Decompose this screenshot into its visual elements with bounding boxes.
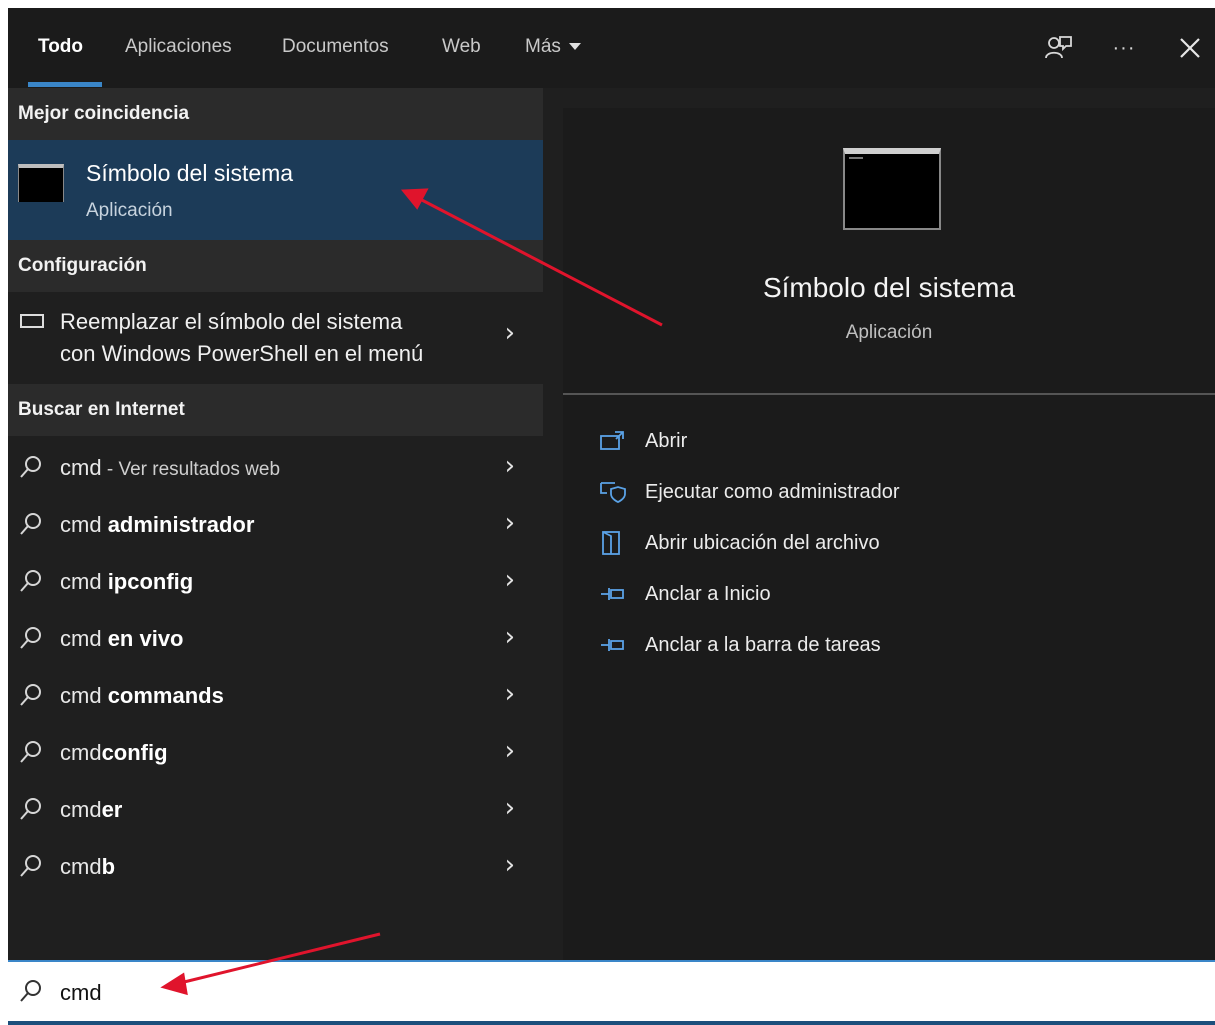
- web-search-header-label: Buscar en Internet: [18, 399, 185, 420]
- config-header-label: Configuración: [18, 255, 147, 276]
- web-result-text: cmd ipconfig: [60, 569, 194, 594]
- command-prompt-large-icon: [843, 148, 941, 230]
- feedback-icon[interactable]: [1040, 30, 1076, 66]
- chevron-right-icon: ›: [504, 850, 515, 880]
- tab-bar: Todo Aplicaciones Documentos Web Más ···: [8, 8, 1215, 88]
- tab-aplicaciones[interactable]: Aplicaciones: [125, 8, 232, 88]
- web-result-text: cmd en vivo: [60, 626, 184, 651]
- command-prompt-icon: [18, 164, 64, 202]
- run-as-admin-icon: [600, 482, 626, 503]
- search-window: Todo Aplicaciones Documentos Web Más ···…: [8, 8, 1215, 1025]
- action-open-label: Abrir: [645, 430, 688, 452]
- web-result-item[interactable]: cmd - Ver resultados web ›: [8, 440, 543, 497]
- tab-mas[interactable]: Más: [525, 8, 581, 88]
- chevron-right-icon: ›: [504, 679, 515, 709]
- file-location-icon: [602, 531, 620, 555]
- chevron-right-icon: ›: [504, 318, 515, 348]
- action-pin-taskbar-label: Anclar a la barra de tareas: [645, 634, 881, 656]
- web-result-item[interactable]: cmdconfig ›: [8, 725, 543, 782]
- web-result-text: cmd - Ver resultados web: [60, 455, 281, 480]
- more-options-icon[interactable]: ···: [1106, 30, 1142, 66]
- caret-down-icon: [568, 43, 581, 51]
- web-result-item[interactable]: cmdb ›: [8, 839, 543, 896]
- config-item-powershell[interactable]: Reemplazar el símbolo del sistema con Wi…: [8, 292, 543, 382]
- config-header: Configuración: [8, 240, 543, 292]
- web-result-text: cmd administrador: [60, 512, 255, 537]
- best-match-header-label: Mejor coincidencia: [18, 103, 190, 124]
- tab-documentos[interactable]: Documentos: [282, 8, 389, 88]
- search-icon: [20, 855, 41, 877]
- chevron-right-icon: ›: [504, 736, 515, 766]
- web-result-item[interactable]: cmd commands ›: [8, 668, 543, 725]
- search-input[interactable]: [60, 974, 960, 1012]
- search-icon: [20, 798, 41, 820]
- web-result-text: cmdconfig: [60, 740, 168, 765]
- open-icon: [600, 431, 624, 450]
- search-box-bottom-border: [8, 1021, 1215, 1025]
- search-icon: [20, 570, 41, 592]
- preview-divider: [563, 393, 1215, 395]
- search-icon: [20, 627, 41, 649]
- pin-icon: [601, 588, 624, 600]
- best-match-item[interactable]: Símbolo del sistema Aplicación: [8, 140, 543, 240]
- web-result-item[interactable]: cmd ipconfig ›: [8, 554, 543, 611]
- action-pin-start-label: Anclar a Inicio: [645, 583, 771, 605]
- search-box: [8, 960, 1215, 1023]
- pin-icon: [601, 639, 624, 651]
- action-open-file-location-label: Abrir ubicación del archivo: [645, 532, 880, 554]
- search-icon: [20, 741, 41, 763]
- tab-web[interactable]: Web: [442, 8, 481, 88]
- best-match-title: Símbolo del sistema: [86, 160, 294, 186]
- chevron-right-icon: ›: [504, 622, 515, 652]
- search-icon: [20, 513, 41, 535]
- close-icon[interactable]: [1172, 30, 1208, 66]
- settings-monitor-icon: [20, 314, 44, 328]
- best-match-header: Mejor coincidencia: [8, 88, 543, 140]
- tab-todo[interactable]: Todo: [38, 8, 83, 88]
- search-icon: [20, 456, 41, 478]
- web-result-text: cmdb: [60, 854, 116, 879]
- best-match-subtitle: Aplicación: [86, 200, 173, 221]
- results-list: Mejor coincidencia Símbolo del sistema A…: [8, 88, 543, 960]
- search-icon: [20, 980, 41, 1002]
- active-tab-indicator: [28, 82, 102, 87]
- config-item-line1: Reemplazar el símbolo del sistema: [60, 309, 403, 334]
- search-icon: [20, 684, 41, 706]
- chevron-right-icon: ›: [504, 508, 515, 538]
- chevron-right-icon: ›: [504, 451, 515, 481]
- web-result-text: cmd commands: [60, 683, 224, 708]
- chevron-right-icon: ›: [504, 793, 515, 823]
- web-result-item[interactable]: cmd administrador ›: [8, 497, 543, 554]
- preview-title: Símbolo del sistema: [762, 272, 1016, 303]
- web-result-text: cmder: [60, 797, 123, 822]
- preview-subtitle: Aplicación: [845, 322, 933, 343]
- web-result-item[interactable]: cmder ›: [8, 782, 543, 839]
- preview-panel: Símbolo del sistema Aplicación Abrir Eje…: [563, 108, 1215, 960]
- web-search-header: Buscar en Internet: [8, 384, 543, 436]
- action-run-as-admin-label: Ejecutar como administrador: [645, 481, 900, 503]
- tab-mas-label: Más: [525, 36, 561, 57]
- chevron-right-icon: ›: [504, 565, 515, 595]
- config-item-line2: con Windows PowerShell en el menú: [60, 341, 424, 366]
- web-result-item[interactable]: cmd en vivo ›: [8, 611, 543, 668]
